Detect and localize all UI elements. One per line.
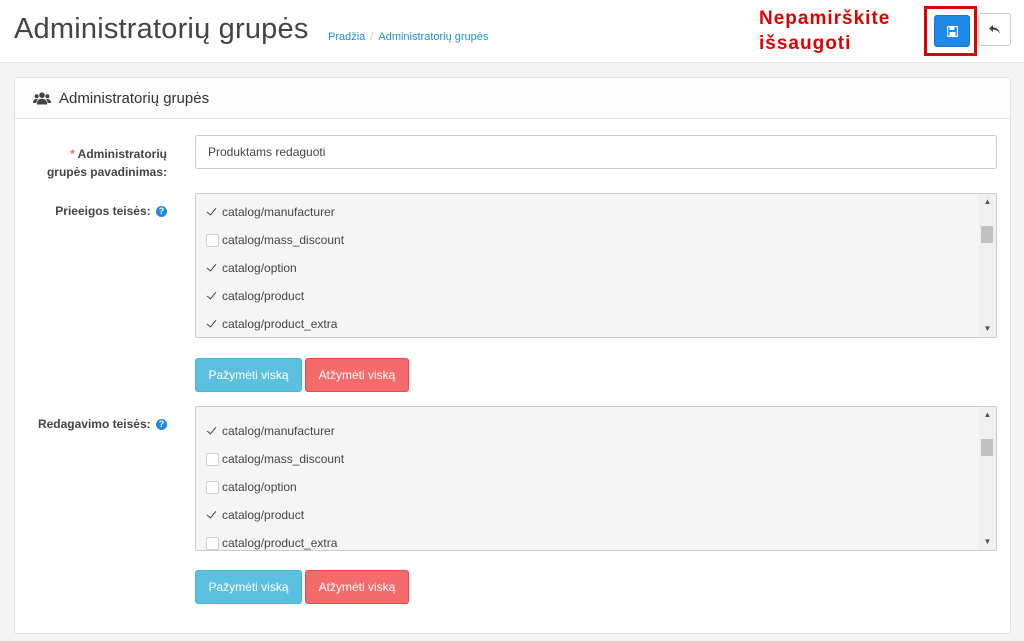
save-reminder-line2: išsaugoti	[759, 33, 852, 54]
permission-item[interactable]: catalog/manufacturer	[206, 202, 335, 222]
permission-checkbox[interactable]	[206, 233, 219, 247]
access-unselect-all-button[interactable]: Atžymėti viską	[305, 358, 409, 392]
permission-item[interactable]: catalog/option	[206, 258, 297, 278]
permission-label: catalog/product	[222, 508, 305, 522]
group-name-input[interactable]: Produktams redaguoti	[195, 135, 997, 169]
group-name-label-line1: Administratorių	[77, 147, 167, 161]
scroll-thumb[interactable]	[981, 226, 993, 243]
save-reminder-note: Nepamirškite išsaugoti	[759, 6, 890, 56]
permission-item[interactable]: catalog/product	[206, 505, 304, 525]
access-permission-label-text: Prieeigos teisės:	[55, 204, 151, 218]
access-permission-label: Prieeigos teisės: ?	[35, 202, 167, 220]
permission-checkbox[interactable]	[206, 536, 219, 550]
panel-heading: Administratorių grupės	[15, 78, 1010, 119]
reply-icon	[989, 25, 1000, 34]
permission-checkbox[interactable]	[206, 290, 219, 303]
save-button[interactable]	[934, 15, 970, 47]
group-name-label-line2: grupės pavadinimas:	[46, 165, 167, 179]
permission-item[interactable]: catalog/manufacturer	[206, 421, 335, 441]
scroll-up-icon[interactable]: ▲	[979, 194, 996, 210]
permission-label: catalog/mass_discount	[222, 452, 345, 466]
permission-label: catalog/product	[222, 289, 305, 303]
permission-label: catalog/option	[222, 261, 297, 275]
help-icon[interactable]: ?	[156, 206, 167, 218]
permission-label: catalog/option	[222, 480, 297, 494]
permission-item[interactable]: catalog/mass_discount	[206, 449, 344, 469]
permission-label: catalog/product_extra	[222, 536, 338, 550]
permission-checkbox[interactable]	[206, 318, 219, 331]
save-reminder-line1: Nepamirškite	[759, 8, 891, 29]
panel-title: Administratorių grupės	[59, 89, 210, 107]
permission-item[interactable]: catalog/option	[206, 477, 297, 497]
access-list-scrollbar[interactable]: ▲ ▼	[979, 194, 996, 337]
permission-checkbox[interactable]	[206, 206, 219, 219]
breadcrumb-home[interactable]: Pradžia	[328, 31, 365, 43]
permission-checkbox[interactable]	[206, 262, 219, 275]
permission-label: catalog/manufacturer	[222, 424, 335, 438]
modify-permission-label: Redagavimo teisės: ?	[35, 415, 167, 433]
access-permission-list[interactable]: catalog/manufacturer catalog/mass_discou…	[195, 193, 997, 338]
scroll-down-icon[interactable]: ▼	[979, 321, 996, 337]
modify-unselect-all-button[interactable]: Atžymėti viską	[305, 570, 409, 604]
breadcrumb-current[interactable]: Administratorių grupės	[378, 31, 488, 43]
permission-item[interactable]: catalog/mass_discount	[206, 230, 344, 250]
permission-checkbox[interactable]	[206, 480, 219, 494]
user-group-panel: Administratorių grupės * Administratorių…	[14, 77, 1011, 634]
page-header: Administratorių grupės Pradžia / Administr…	[0, 0, 1024, 63]
modify-list-scrollbar[interactable]: ▲ ▼	[979, 407, 996, 550]
breadcrumb-separator: /	[370, 31, 374, 43]
required-mark: *	[70, 147, 75, 161]
permission-label: catalog/manufacturer	[222, 205, 335, 219]
scroll-down-icon[interactable]: ▼	[979, 534, 996, 550]
permission-checkbox[interactable]	[206, 452, 219, 466]
users-icon	[33, 91, 51, 104]
modify-permission-label-text: Redagavimo teisės:	[37, 417, 151, 431]
modify-select-all-button[interactable]: Pažymėti viską	[195, 570, 302, 604]
access-select-all-button[interactable]: Pažymėti viską	[195, 358, 302, 392]
scroll-up-icon[interactable]: ▲	[979, 407, 996, 423]
permission-item[interactable]: catalog/product	[206, 286, 304, 306]
group-name-label: * Administratorių grupės pavadinimas:	[35, 145, 167, 181]
permission-item[interactable]: catalog/product_extra	[206, 314, 337, 334]
permission-checkbox[interactable]	[206, 425, 219, 438]
modify-permission-list[interactable]: catalog/manufacturer catalog/mass_discou…	[195, 406, 997, 551]
permission-item[interactable]: catalog/product_extra	[206, 533, 338, 550]
back-button[interactable]	[978, 13, 1011, 46]
permission-label: catalog/mass_discount	[222, 233, 345, 247]
page-title: Administratorių grupės	[14, 13, 309, 45]
breadcrumb: Pradžia / Administratorių grupės	[328, 31, 488, 43]
scroll-thumb[interactable]	[981, 439, 993, 456]
permission-checkbox[interactable]	[206, 509, 219, 522]
help-icon[interactable]: ?	[156, 419, 167, 431]
save-icon	[946, 25, 958, 37]
save-highlight-box	[924, 6, 977, 56]
permission-label: catalog/product_extra	[222, 317, 338, 331]
